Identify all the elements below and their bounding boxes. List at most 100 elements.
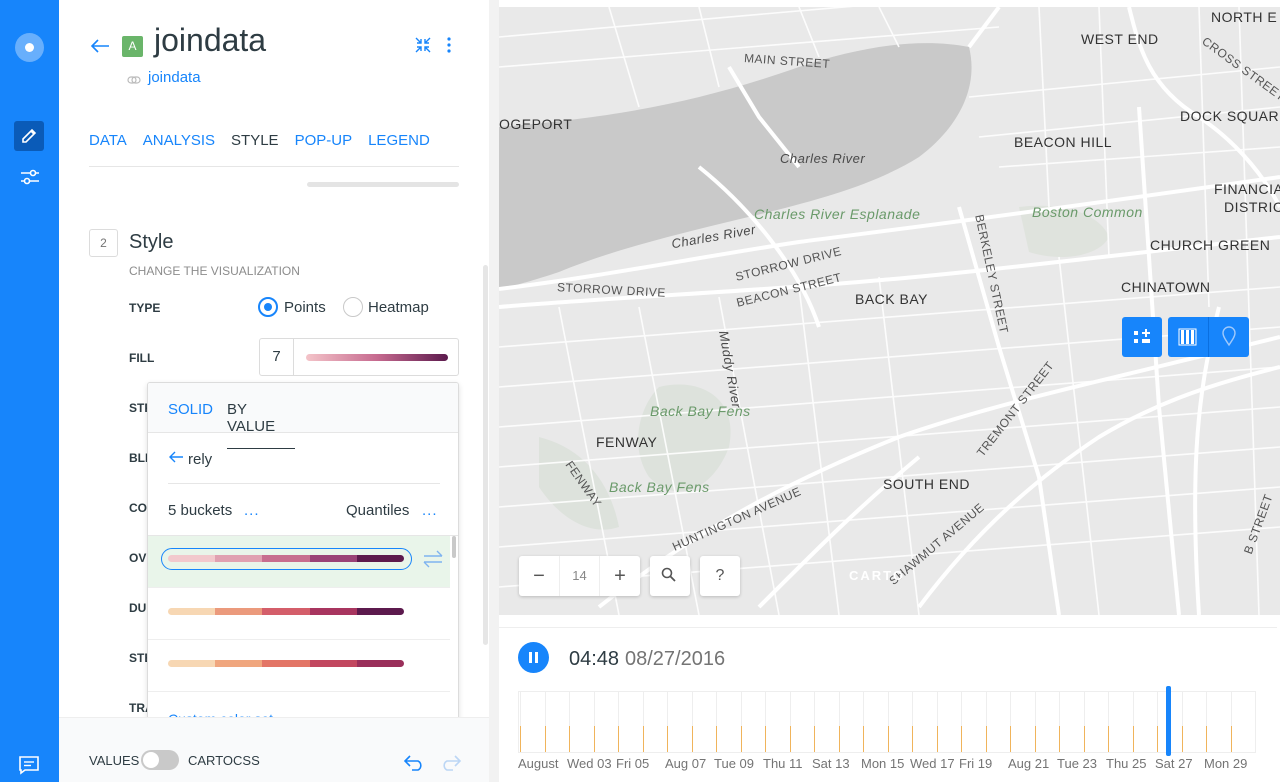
timeline-tick-label: Mon 29 (1204, 756, 1248, 771)
add-widget-button[interactable] (1122, 317, 1162, 357)
divider (168, 483, 440, 484)
panel-scrollbar[interactable] (483, 265, 488, 645)
column-name[interactable]: rely (188, 451, 212, 468)
quantification-more-button[interactable]: ... (422, 502, 438, 519)
step-number: 2 (89, 229, 118, 257)
fill-control[interactable]: 7 (259, 338, 459, 376)
map-label: BEACON HILL (1014, 134, 1113, 150)
undo-icon[interactable] (402, 753, 426, 771)
timeline-tick-label: Aug 07 (665, 756, 707, 771)
dropdown-tabs: SOLID BY VALUE (148, 383, 458, 449)
back-arrow-icon[interactable] (89, 36, 111, 56)
collapse-arrows-icon[interactable] (414, 36, 432, 54)
color-ramp-option[interactable] (148, 588, 450, 640)
columns-icon[interactable] (1168, 317, 1208, 357)
points-radio-label[interactable]: Points (284, 299, 326, 316)
help-button[interactable]: ? (700, 556, 740, 596)
carto-logo-icon[interactable] (15, 33, 44, 62)
points-radio[interactable] (258, 297, 278, 317)
ramp-swatch (309, 608, 357, 615)
pause-button[interactable] (518, 642, 549, 673)
fill-color-ramp[interactable] (306, 354, 448, 361)
heatmap-radio[interactable] (343, 297, 363, 317)
timeline-scrubber[interactable] (1166, 686, 1171, 756)
timeline-bar (1034, 726, 1036, 752)
timeline-tick-label: Fri 19 (959, 756, 993, 771)
tabs-divider (89, 166, 459, 167)
tab-solid[interactable]: SOLID (168, 401, 213, 418)
map-label: NORTH E (1211, 9, 1278, 25)
ramp-swatch (168, 555, 216, 562)
timeline-bar (593, 726, 595, 752)
ramp-swatch (356, 660, 404, 667)
timeline-tick-label: Sat 27 (1155, 756, 1193, 771)
ramp-swatch (309, 555, 357, 562)
zoom-in-button[interactable]: + (600, 556, 640, 596)
tab-by-value[interactable]: BY VALUE (227, 401, 295, 449)
values-cartocss-toggle[interactable] (141, 750, 179, 770)
timeline-bar (985, 726, 987, 752)
values-label: VALUES (89, 753, 140, 768)
map-label: DOCK SQUARE (1180, 108, 1280, 124)
back-arrow-icon[interactable] (168, 450, 184, 464)
map-label: FENWAY (596, 434, 658, 450)
timeline-bar (642, 726, 644, 752)
section-subtitle: CHANGE THE VISUALIZATION (129, 264, 300, 278)
chat-feedback-icon[interactable] (18, 755, 40, 775)
column-label: CO (129, 501, 147, 515)
settings-sliders-icon[interactable] (18, 165, 42, 189)
map-pin-icon[interactable] (1209, 317, 1249, 357)
fill-size-input[interactable]: 7 (260, 339, 294, 375)
ramp-swatch (356, 608, 404, 615)
tab-analysis[interactable]: ANALYSIS (143, 132, 215, 167)
redo-icon[interactable] (439, 753, 463, 771)
horizontal-scrollbar[interactable] (307, 182, 459, 187)
edit-pencil-icon[interactable] (14, 121, 44, 151)
timeline-bar (716, 726, 717, 752)
layer-editor-panel: A joindata joindata DATA ANALYSIS STYLE … (59, 0, 489, 782)
layer-title[interactable]: joindata (154, 22, 266, 59)
timeline-bar (912, 726, 913, 752)
timeline-bar (1083, 726, 1085, 752)
tab-data[interactable]: DATA (89, 132, 127, 167)
timeline-bar (740, 726, 742, 752)
ramp-swatch (262, 660, 310, 667)
panel-gutter (489, 0, 499, 782)
current-date: 08/27/2016 (625, 648, 726, 670)
timeline-tick-label: Mon 15 (861, 756, 905, 771)
timeline-bar (1230, 726, 1232, 752)
timeline-bar (961, 726, 962, 752)
map-label: DISTRICT (1224, 199, 1280, 215)
map-canvas[interactable]: NORTH E WEST END MAIN STREET DOCK SQUARE… (499, 7, 1280, 615)
map-label: Back Bay Fens (650, 403, 751, 419)
map-search-button[interactable] (650, 556, 690, 596)
map-label: OGEPORT (499, 116, 573, 132)
zoom-control: − 14 + (519, 556, 640, 596)
swap-arrows-icon[interactable] (422, 549, 444, 569)
zoom-out-button[interactable]: − (519, 556, 559, 596)
timeline-bar (569, 726, 570, 752)
buckets-more-button[interactable]: ... (244, 502, 260, 519)
layer-source-link[interactable]: joindata (148, 69, 201, 86)
tab-popup[interactable]: POP-UP (295, 132, 353, 167)
timeline-tick-label: Sat 13 (812, 756, 850, 771)
map-label: CHURCH GREEN (1150, 237, 1271, 253)
overlap-label: OV (129, 551, 147, 565)
ramp-swatch (215, 608, 263, 615)
ramp-swatch (215, 555, 263, 562)
tab-legend[interactable]: LEGEND (368, 132, 430, 167)
map-label: Charles River Esplanade (754, 206, 921, 222)
more-options-icon[interactable] (442, 36, 456, 54)
timeline-histogram[interactable] (518, 686, 1256, 756)
timeline-tick-label: Wed 03 (567, 756, 612, 771)
dropdown-scrollbar[interactable] (452, 536, 456, 558)
map-label: Back Bay Fens (609, 479, 710, 495)
color-ramp-option-selected[interactable] (148, 536, 450, 588)
fill-label: FILL (129, 351, 155, 365)
cartocss-label: CARTOCSS (188, 753, 260, 768)
color-ramp-option[interactable] (148, 640, 450, 692)
time-series-widget: 04:48 08/27/2016 August Wed 03 Fri 05 Aug 0… (499, 627, 1277, 782)
map-label: CHINATOWN (1121, 279, 1211, 295)
heatmap-radio-label[interactable]: Heatmap (368, 299, 429, 316)
tab-style[interactable]: STYLE (231, 132, 279, 167)
